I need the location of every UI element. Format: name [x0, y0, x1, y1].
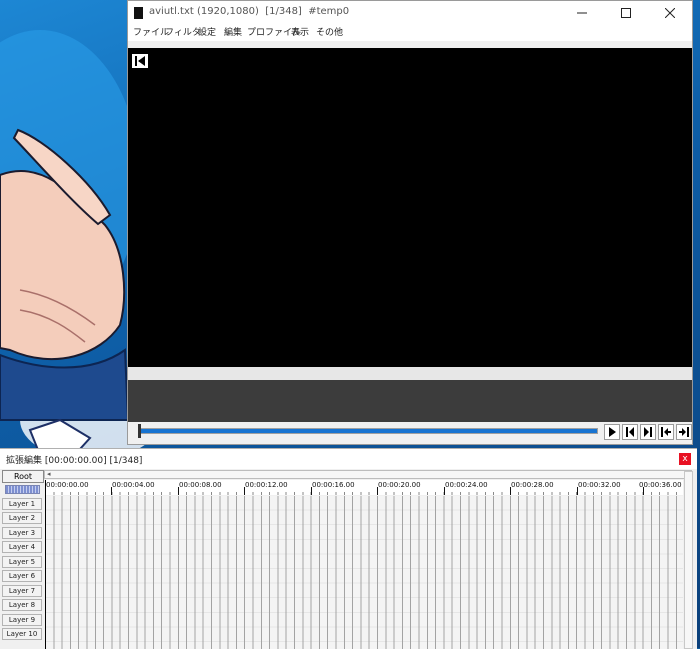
aviutl-main-window: aviutl.txt (1920,1080) [1/348] #temp0 ファ… [127, 0, 693, 445]
layer-10-button[interactable]: Layer 10 [2, 628, 42, 640]
aviutl-app-icon [134, 7, 143, 19]
play-icon [609, 427, 616, 437]
main-titlebar: aviutl.txt (1920,1080) [1/348] #temp0 [128, 1, 692, 25]
minimize-button[interactable] [560, 1, 604, 25]
vertical-scrollbar[interactable] [684, 471, 693, 649]
prev-frame-icon [626, 427, 634, 437]
playhead-cursor[interactable] [45, 480, 46, 649]
seek-track[interactable] [138, 428, 598, 434]
skip-to-start-icon [661, 427, 671, 437]
menu-file[interactable]: ファイル [133, 25, 169, 38]
zoom-slider[interactable] [5, 485, 40, 494]
time-ruler[interactable]: 00:00:00.00 00:00:04.00 00:00:08.00 00:0… [45, 480, 683, 495]
minimize-icon [577, 12, 587, 14]
video-preview [128, 48, 692, 367]
ruler-tick-label: 00:00:12.00 [245, 481, 288, 489]
jump-to-start-icon [135, 56, 145, 66]
close-icon: x [682, 454, 688, 464]
root-button[interactable]: Root [2, 470, 44, 483]
layer-2-button[interactable]: Layer 2 [2, 512, 42, 524]
preview-dark-panel [128, 380, 692, 422]
layer-8-button[interactable]: Layer 8 [2, 599, 42, 611]
ruler-tick-label: 00:00:08.00 [179, 481, 222, 489]
seek-thumb[interactable] [138, 424, 141, 438]
maximize-icon [621, 8, 631, 18]
menu-settings[interactable]: 設定 [198, 25, 216, 38]
prev-frame-button[interactable] [622, 424, 638, 440]
skip-to-end-button[interactable] [676, 424, 692, 440]
ext-window-title: 拡張編集 [00:00:00.00] [1/348] [6, 456, 143, 466]
jump-to-start-button[interactable] [132, 54, 148, 68]
next-frame-button[interactable] [640, 424, 656, 440]
preview-lower-strip [128, 367, 692, 380]
ruler-tick-label: 00:00:36.00 [639, 481, 682, 489]
menu-bar: ファイル フィルタ 設定 編集 プロファイル 表示 その他 [128, 23, 692, 41]
menu-filter[interactable]: フィルタ [165, 25, 201, 38]
close-button[interactable] [648, 1, 692, 25]
layer-6-button[interactable]: Layer 6 [2, 570, 42, 582]
menu-other[interactable]: その他 [316, 25, 343, 38]
ruler-tick-label: 00:00:20.00 [378, 481, 421, 489]
ruler-tick-label: 00:00:32.00 [578, 481, 621, 489]
ruler-tick-label: 00:00:00.00 [46, 481, 89, 489]
ruler-tick-label: 00:00:16.00 [312, 481, 355, 489]
ruler-tick-label: 00:00:04.00 [112, 481, 155, 489]
layer-4-button[interactable]: Layer 4 [2, 541, 42, 553]
close-icon [665, 8, 675, 18]
timeline-grid[interactable] [45, 496, 683, 649]
layer-7-button[interactable]: Layer 7 [2, 585, 42, 597]
ext-body: Root ◂ ▸ 00:00:00.00 00:00:04.00 00:00:0… [0, 469, 697, 649]
ext-titlebar: 拡張編集 [00:00:00.00] [1/348] x [0, 449, 697, 469]
layer-3-button[interactable]: Layer 3 [2, 527, 42, 539]
menu-edit[interactable]: 編集 [224, 25, 242, 38]
ruler-tick-label: 00:00:24.00 [445, 481, 488, 489]
layer-9-button[interactable]: Layer 9 [2, 614, 42, 626]
seek-bar[interactable] [138, 424, 598, 438]
menu-view[interactable]: 表示 [291, 25, 309, 38]
layer-header-column: Layer 1 Layer 2 Layer 3 Layer 4 Layer 5 … [0, 496, 44, 649]
ruler-tick-label: 00:00:28.00 [511, 481, 554, 489]
skip-to-start-button[interactable] [658, 424, 674, 440]
layer-1-button[interactable]: Layer 1 [2, 498, 42, 510]
next-frame-icon [644, 427, 652, 437]
skip-to-end-icon [679, 427, 689, 437]
play-button[interactable] [604, 424, 620, 440]
anime-hand-illustration [0, 128, 130, 462]
horizontal-scrollbar[interactable]: ◂ ▸ [44, 470, 692, 479]
maximize-button[interactable] [604, 1, 648, 25]
scroll-left-icon[interactable]: ◂ [47, 470, 51, 478]
main-window-title: aviutl.txt (1920,1080) [1/348] #temp0 [149, 6, 350, 17]
ext-close-button[interactable]: x [679, 453, 691, 465]
extended-edit-window: 拡張編集 [00:00:00.00] [1/348] x Root ◂ ▸ 00… [0, 448, 697, 649]
layer-5-button[interactable]: Layer 5 [2, 556, 42, 568]
